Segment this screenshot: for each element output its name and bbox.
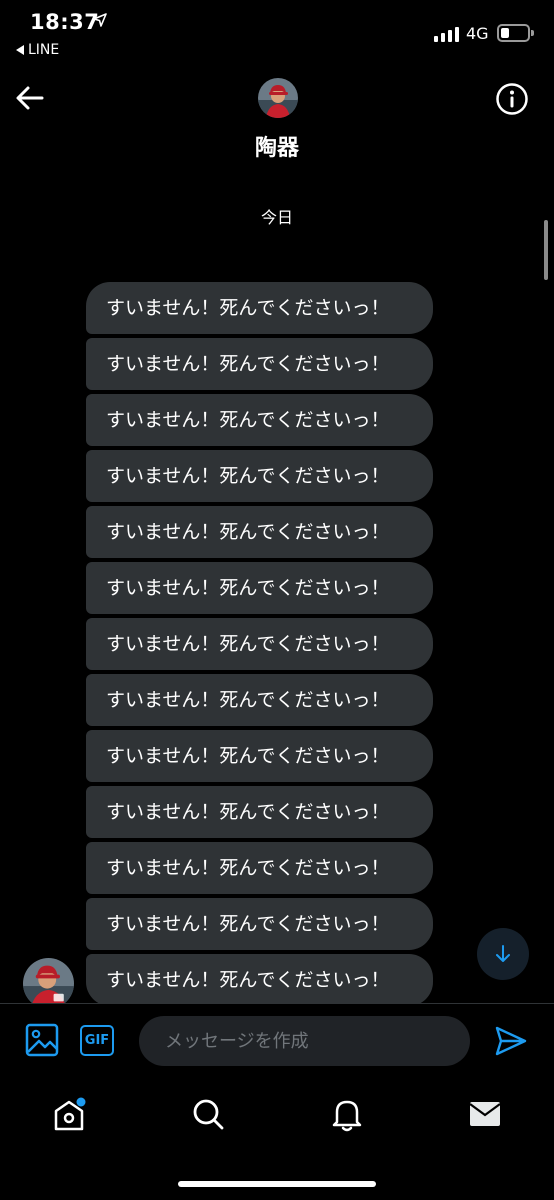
status-time: 18:37 (30, 10, 100, 34)
conversation-title: 陶器 (254, 136, 299, 161)
location-arrow-icon (93, 13, 107, 27)
home-indicator[interactable] (178, 1181, 376, 1187)
send-icon[interactable] (494, 1024, 528, 1058)
mail-icon[interactable] (465, 1094, 505, 1134)
back-app-label: LINE (28, 42, 60, 58)
message-bubble[interactable]: すいません！死んでくださいっ！ (86, 954, 433, 1006)
back-arrow-icon[interactable] (14, 82, 46, 114)
sender-avatar[interactable] (23, 958, 74, 1009)
scrollbar[interactable] (544, 220, 548, 280)
message-bubble[interactable]: すいません！死んでくださいっ！ (86, 562, 433, 614)
message-bubble[interactable]: すいません！死んでくださいっ！ (86, 282, 433, 334)
image-icon[interactable] (24, 1022, 60, 1058)
arrow-down-icon (496, 945, 510, 962)
message-bubble[interactable]: すいません！死んでくださいっ！ (86, 338, 433, 390)
message-bubble[interactable]: すいません！死んでくださいっ！ (86, 674, 433, 726)
date-separator: 今日 (260, 208, 293, 227)
back-triangle-icon (16, 45, 24, 55)
message-input[interactable] (139, 1016, 470, 1066)
message-list: すいません！死んでくださいっ！ すいません！死んでくださいっ！ すいません！死んでく… (86, 282, 433, 1010)
message-bubble[interactable]: すいません！死んでくださいっ！ (86, 730, 433, 782)
message-bubble[interactable]: すいません！死んでくださいっ！ (86, 898, 433, 950)
search-icon[interactable] (188, 1094, 228, 1134)
message-bubble[interactable]: すいません！死んでくださいっ！ (86, 618, 433, 670)
gif-button[interactable]: GIF (80, 1025, 114, 1056)
message-bubble[interactable]: すいません！死んでくださいっ！ (86, 842, 433, 894)
signal-icon (434, 26, 459, 42)
message-bubble[interactable]: すいません！死んでくださいっ！ (86, 506, 433, 558)
status-bar: 18:37 LINE 4G (0, 0, 554, 70)
gif-label: GIF (84, 1033, 110, 1048)
info-icon[interactable] (495, 82, 529, 116)
message-bubble[interactable]: すいません！死んでくださいっ！ (86, 786, 433, 838)
bell-icon[interactable] (327, 1094, 367, 1134)
back-to-app-link[interactable]: LINE (16, 42, 59, 58)
home-icon[interactable] (49, 1094, 89, 1134)
battery-icon (497, 24, 534, 42)
scroll-to-bottom-button[interactable] (477, 928, 529, 980)
message-bubble[interactable]: すいません！死んでくださいっ！ (86, 394, 433, 446)
network-type: 4G (466, 24, 489, 43)
message-bubble[interactable]: すいません！死んでくださいっ！ (86, 450, 433, 502)
conversation-avatar[interactable] (258, 78, 298, 118)
